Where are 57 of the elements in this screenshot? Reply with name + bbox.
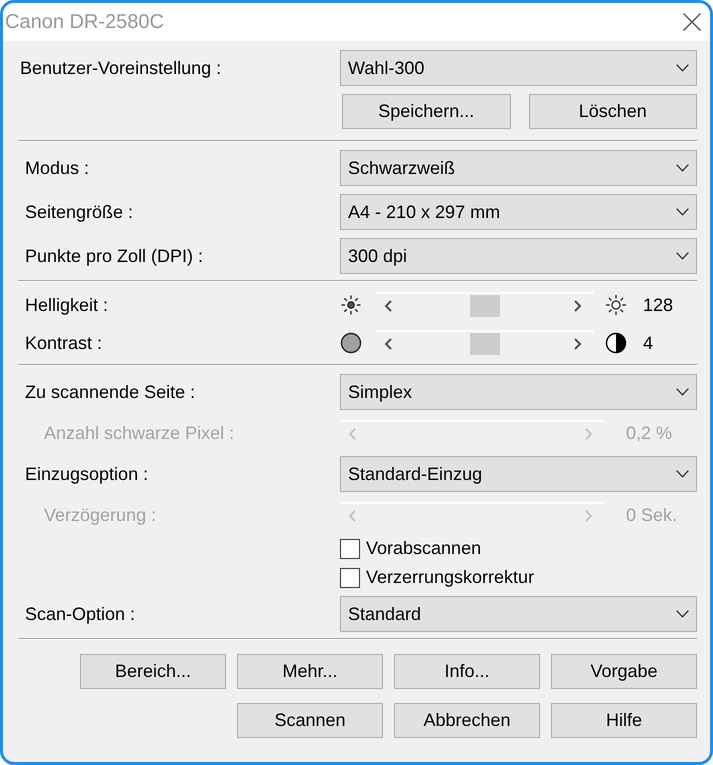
field-label: Modus : bbox=[24, 158, 90, 178]
chevron-down-icon bbox=[676, 252, 689, 260]
dialog-button[interactable]: Scannen bbox=[237, 703, 383, 738]
chevron-right-icon[interactable] bbox=[574, 338, 582, 350]
slider-thumb[interactable] bbox=[470, 333, 500, 355]
chevron-left-icon[interactable] bbox=[384, 300, 392, 312]
field-label: Seitengröße : bbox=[24, 202, 134, 222]
dropdown[interactable]: A4 - 210 x 297 mm bbox=[340, 194, 697, 230]
close-icon bbox=[683, 13, 701, 31]
dropdown[interactable]: Standard bbox=[340, 596, 697, 632]
dropdown[interactable]: Wahl-300 bbox=[340, 50, 697, 86]
field-label: Zu scannende Seite : bbox=[24, 382, 196, 402]
field-label: Punkte pro Zoll (DPI) : bbox=[24, 246, 204, 266]
slider-value: 4 bbox=[643, 332, 654, 354]
chevron-down-icon bbox=[676, 610, 689, 618]
slider-value: 0 Sek. bbox=[626, 504, 678, 526]
field-label: Scan-Option : bbox=[24, 604, 136, 624]
chevron-down-icon bbox=[676, 470, 689, 478]
dialog-button[interactable]: Löschen bbox=[528, 94, 697, 129]
chevron-down-icon bbox=[676, 208, 689, 216]
checkbox[interactable] bbox=[340, 538, 360, 558]
dialog-button[interactable]: Mehr... bbox=[237, 654, 383, 689]
dialog-button[interactable]: Info... bbox=[394, 654, 540, 689]
dropdown[interactable]: Schwarzweiß bbox=[340, 150, 697, 186]
checkbox-label: Verzerrungskorrektur bbox=[366, 567, 534, 588]
slider-value: 0,2 % bbox=[626, 422, 672, 444]
window-title: Canon DR-2580C bbox=[5, 10, 164, 34]
slider-thumb[interactable] bbox=[470, 295, 500, 317]
dialog-button[interactable]: Hilfe bbox=[551, 703, 697, 738]
field-label: Einzugsoption : bbox=[24, 464, 150, 484]
field-label: Kontrast : bbox=[24, 332, 104, 354]
checkbox[interactable] bbox=[340, 568, 360, 588]
chevron-right-icon[interactable] bbox=[574, 300, 582, 312]
dialog-button[interactable]: Speichern... bbox=[342, 94, 510, 129]
slider-value: 128 bbox=[643, 294, 674, 316]
small-sun-icon bbox=[340, 294, 362, 316]
field-label: Helligkeit : bbox=[24, 294, 110, 316]
dialog-button[interactable]: Vorgabe bbox=[551, 654, 697, 689]
dropdown[interactable]: 300 dpi bbox=[340, 238, 697, 274]
chevron-down-icon bbox=[676, 164, 689, 172]
field-label: Benutzer-Voreinstellung : bbox=[19, 58, 222, 78]
dropdown[interactable]: Simplex bbox=[340, 374, 697, 410]
slider-track[interactable] bbox=[376, 292, 594, 318]
half-circle-icon bbox=[605, 332, 627, 354]
close-button[interactable] bbox=[683, 13, 701, 31]
dialog-button[interactable]: Bereich... bbox=[80, 654, 226, 689]
checkbox-label: Vorabscannen bbox=[366, 538, 482, 559]
field-label: Verzögerung : bbox=[43, 504, 158, 526]
chevron-left-icon[interactable] bbox=[384, 338, 392, 350]
shaded-circle-icon bbox=[340, 332, 362, 354]
dropdown[interactable]: Standard-Einzug bbox=[340, 456, 697, 492]
field-label: Anzahl schwarze Pixel : bbox=[43, 422, 236, 444]
sun-icon bbox=[605, 294, 627, 316]
dialog-button[interactable]: Abbrechen bbox=[394, 703, 540, 738]
chevron-down-icon bbox=[676, 64, 689, 72]
chevron-down-icon bbox=[676, 388, 689, 396]
slider-track[interactable] bbox=[376, 330, 594, 356]
